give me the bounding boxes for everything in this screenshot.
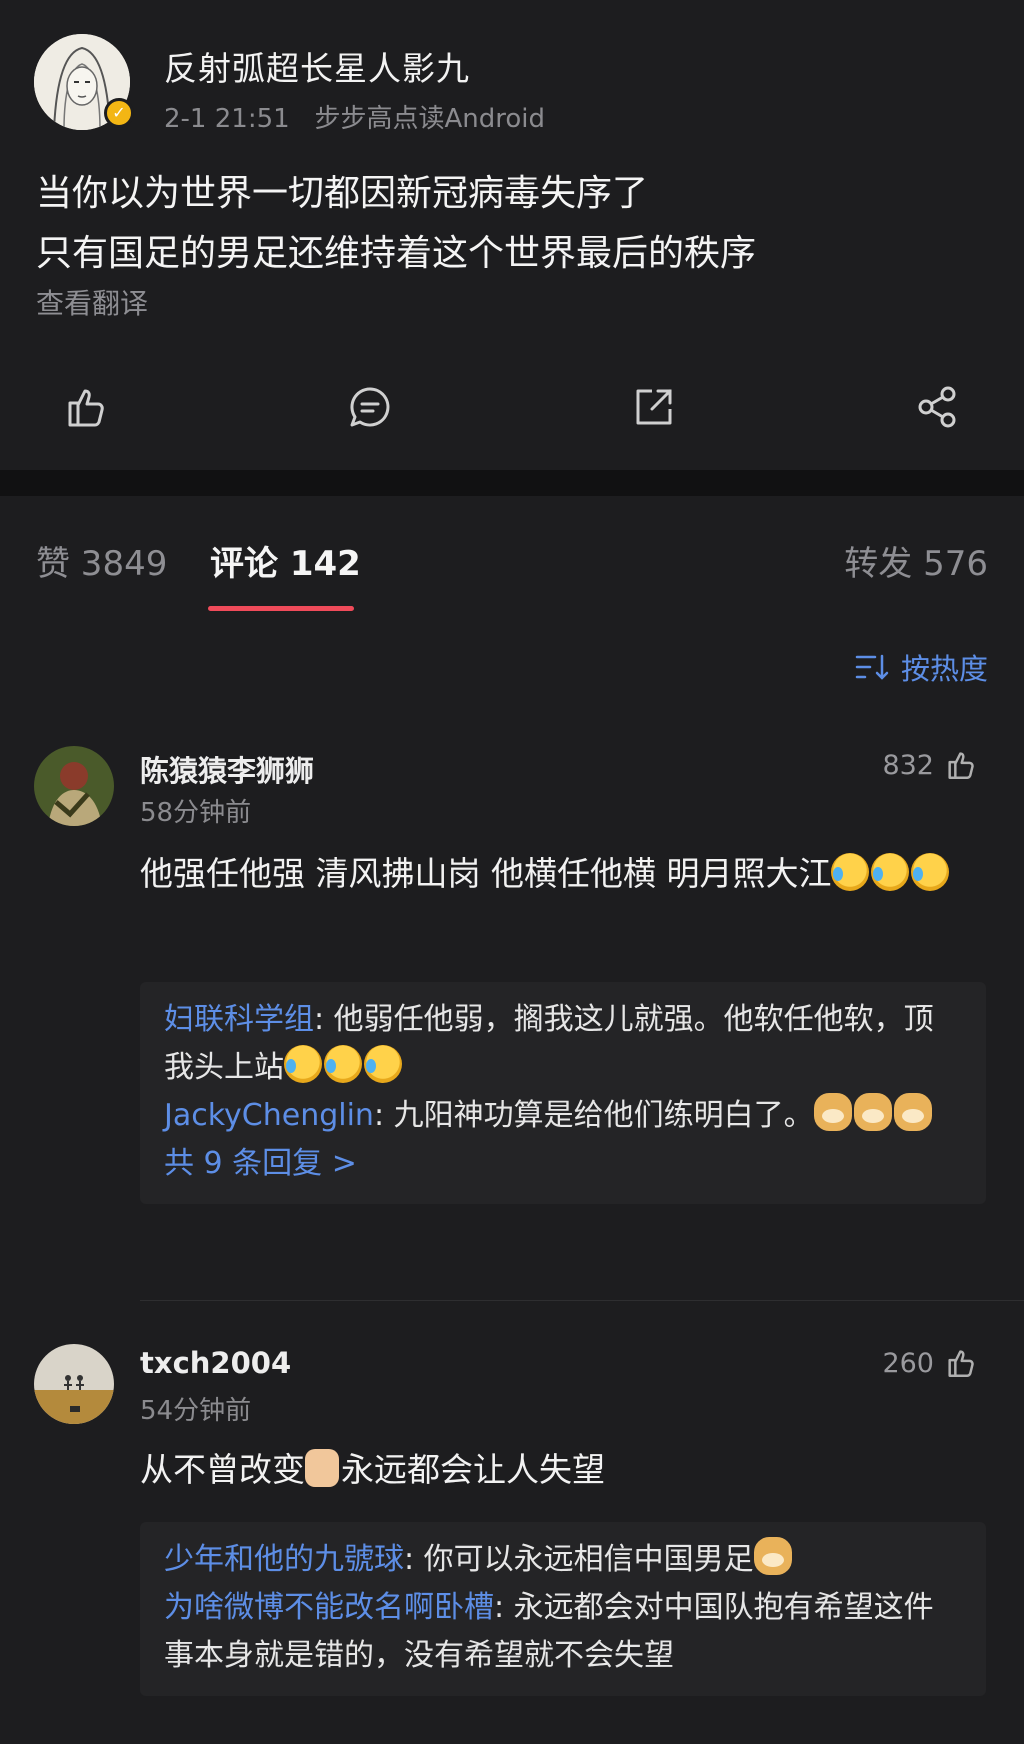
reply-item: 妇联科学组: 他弱任他弱，搁我这儿就强。他软任他软，顶我头上站: [164, 996, 962, 1092]
comment-like-count: 832: [882, 749, 934, 781]
crying-emoji-icon: [871, 853, 910, 891]
post-text-line: 当你以为世界一切都因新冠病毒失序了: [36, 173, 649, 214]
tab-likes[interactable]: 赞 3849: [36, 536, 167, 585]
commenter-name[interactable]: 陈猿猿李狮狮: [140, 748, 314, 790]
post-meta: 2-1 21:51 步步高点读Android: [164, 98, 545, 135]
comment-text: 从不曾改变 永远都会让人失望: [140, 1444, 1000, 1496]
tab-comments[interactable]: 评论 142: [210, 536, 361, 585]
post-source: 步步高点读Android: [314, 104, 545, 134]
doge-emoji-icon: [753, 1537, 792, 1575]
sort-by-hot-button[interactable]: 按热度: [855, 646, 988, 688]
reply-item: 为啥微博不能改名啊卧槽: 永远都会对中国队抱有希望这件事本身就是错的，没有希望就…: [164, 1584, 962, 1680]
reply-author[interactable]: JackyChenglin: [164, 1098, 374, 1133]
crying-emoji-icon: [364, 1045, 402, 1083]
sort-label: 按热度: [900, 652, 988, 686]
reply-item: 少年和他的九號球: 你可以永远相信中国男足: [164, 1536, 962, 1584]
tab-reposts[interactable]: 转发 576: [844, 536, 988, 585]
post-body: 当你以为世界一切都因新冠病毒失序了 只有国足的男足还维持着这个世界最后的秩序: [36, 164, 756, 284]
crying-emoji-icon: [831, 853, 870, 891]
like-icon[interactable]: [62, 383, 110, 431]
crying-emoji-icon: [284, 1045, 322, 1083]
reply-item: JackyChenglin: 九阳神功算是给他们练明白了。: [164, 1092, 962, 1140]
sort-icon: [855, 654, 889, 680]
section-divider: [0, 470, 1024, 496]
doge-emoji-icon: [893, 1093, 932, 1131]
comment-body: 从不曾改变: [140, 1450, 305, 1489]
reply-author[interactable]: 妇联科学组: [164, 1002, 314, 1037]
comment-like-button[interactable]: 260: [882, 1346, 978, 1380]
reply-preview-box[interactable]: 妇联科学组: 他弱任他弱，搁我这儿就强。他软任他软，顶我头上站 JackyChe…: [140, 982, 986, 1204]
view-all-replies-link[interactable]: 共 9 条回复 >: [164, 1140, 962, 1188]
like-icon: [948, 1350, 974, 1377]
view-translation-link[interactable]: 查看翻译: [36, 282, 148, 322]
like-icon: [948, 752, 974, 779]
reply-author[interactable]: 为啥微博不能改名啊卧槽: [164, 1590, 494, 1625]
repost-icon[interactable]: [630, 383, 678, 431]
crying-emoji-icon: [911, 853, 950, 891]
doge-emoji-icon: [853, 1093, 892, 1131]
active-tab-indicator: [208, 606, 354, 611]
verified-badge-icon: ✓: [104, 98, 134, 128]
reply-text: : 九阳神功算是给他们练明白了。: [373, 1098, 814, 1133]
post-timestamp: 2-1 21:51: [164, 104, 290, 134]
comment-like-button[interactable]: 832: [882, 748, 978, 782]
reply-preview-box[interactable]: 少年和他的九號球: 你可以永远相信中国男足 为啥微博不能改名啊卧槽: 永远都会对…: [140, 1522, 986, 1696]
thumbs-up-emoji-icon: [305, 1449, 339, 1487]
comment-like-count: 260: [882, 1347, 934, 1379]
reply-text: : 你可以永远相信中国男足: [404, 1542, 754, 1577]
weibo-post: ✓ 反射弧超长星人影九 2-1 21:51 步步高点读Android 当你以为世…: [0, 0, 1024, 470]
post-text-line: 只有国足的男足还维持着这个世界最后的秩序: [36, 233, 757, 274]
share-icon[interactable]: [914, 383, 962, 431]
commenter-name[interactable]: txch2004: [140, 1346, 291, 1380]
comment-body: 永远都会让人失望: [341, 1450, 605, 1489]
comment-body: 他强任他强 清风拂山岗 他横任他横 明月照大江: [140, 854, 832, 893]
comment-time: 58分钟前: [140, 798, 252, 828]
crying-emoji-icon: [324, 1045, 362, 1083]
doge-emoji-icon: [813, 1093, 852, 1131]
comment-time: 54分钟前: [140, 1396, 252, 1426]
commenter-avatar[interactable]: [34, 746, 114, 826]
reply-author[interactable]: 少年和他的九號球: [164, 1542, 404, 1577]
comment-icon[interactable]: [346, 383, 394, 431]
comment-text: 他强任他强 清风拂山岗 他横任他横 明月照大江: [140, 848, 1000, 900]
commenter-avatar[interactable]: [34, 1344, 114, 1424]
post-author-name[interactable]: 反射弧超长星人影九: [164, 42, 470, 90]
comment-separator: [140, 1300, 1024, 1301]
